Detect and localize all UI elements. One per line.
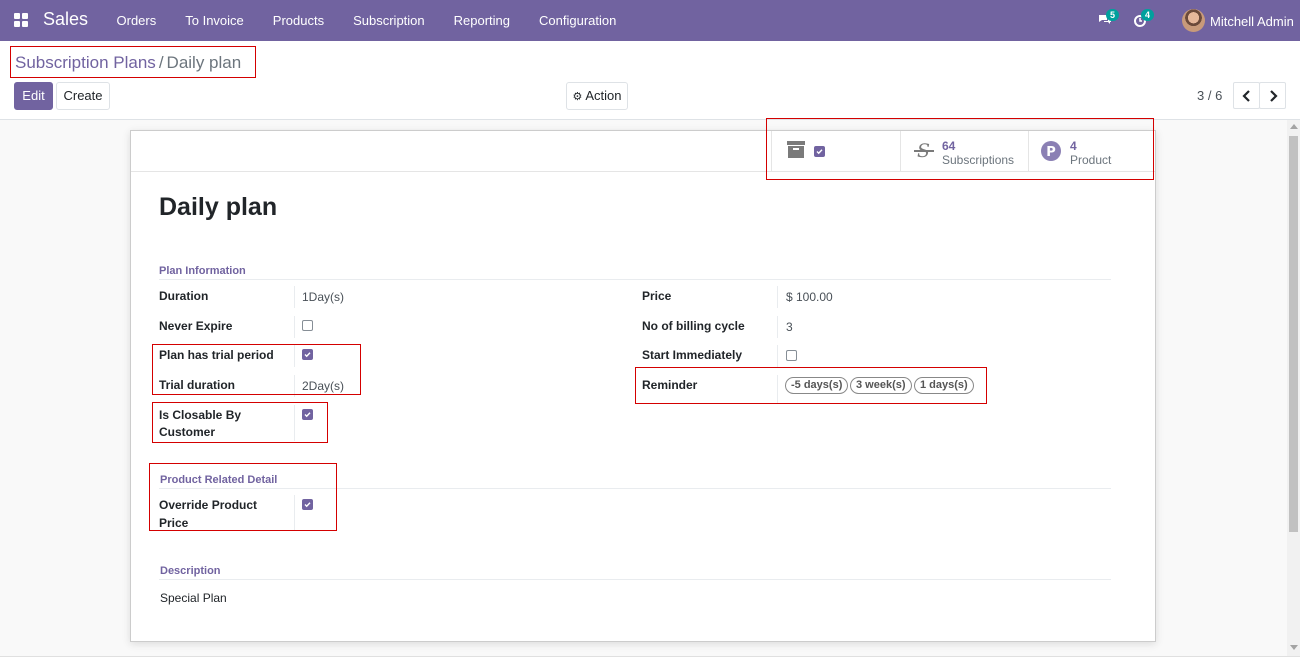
description-heading: Description — [160, 565, 221, 577]
price-label: Price — [642, 289, 672, 303]
record-title[interactable]: Daily plan — [159, 193, 277, 222]
scroll-up-arrow-icon[interactable] — [1290, 124, 1298, 129]
pager-next-button[interactable] — [1259, 82, 1286, 109]
vertical-scrollbar-thumb[interactable] — [1289, 136, 1298, 532]
apps-menu-icon[interactable] — [14, 13, 28, 27]
user-menu-name[interactable]: Mitchell Admin — [1210, 14, 1294, 29]
scroll-down-arrow-icon[interactable] — [1290, 645, 1298, 650]
highlight-box-smart-buttons — [766, 118, 1154, 180]
activities-count-badge: 4 — [1141, 9, 1155, 21]
never-expire-label: Never Expire — [159, 319, 233, 333]
field-divider — [294, 316, 295, 338]
chevron-left-icon — [1242, 90, 1250, 102]
start-immediately-label: Start Immediately — [642, 348, 743, 362]
app-name[interactable]: Sales — [43, 9, 88, 30]
pager-value[interactable]: 3 / 6 — [1197, 88, 1222, 103]
never-expire-checkbox[interactable] — [302, 320, 313, 331]
menu-item-configuration[interactable]: Configuration — [525, 0, 631, 41]
duration-label: Duration — [159, 289, 209, 303]
bottom-bar — [0, 656, 1300, 668]
plan-information-divider — [159, 279, 1111, 280]
pager-previous-button[interactable] — [1233, 82, 1260, 109]
description-value[interactable]: Special Plan — [160, 591, 227, 605]
main-menu: Orders To Invoice Products Subscription … — [102, 0, 631, 41]
duration-value: 1Day(s) — [302, 290, 345, 304]
menu-item-reporting[interactable]: Reporting — [439, 0, 524, 41]
highlight-box-breadcrumb — [10, 46, 256, 78]
highlight-box-reminder — [635, 367, 987, 404]
chevron-right-icon — [1270, 90, 1278, 102]
messages-icon[interactable]: 5 — [1098, 9, 1120, 26]
price-value: $ 100.00 — [786, 290, 833, 304]
action-dropdown-button[interactable]: ⚙ Action — [566, 82, 628, 110]
description-divider — [159, 579, 1111, 580]
highlight-box-trial — [152, 344, 361, 395]
field-divider — [777, 316, 778, 338]
create-button[interactable]: Create — [56, 82, 110, 110]
activities-icon[interactable]: 4 — [1133, 9, 1155, 28]
menu-item-products[interactable]: Products — [258, 0, 338, 41]
gear-icon: ⚙ — [572, 91, 583, 103]
field-divider — [777, 345, 778, 367]
user-avatar[interactable] — [1182, 9, 1205, 32]
menu-item-orders[interactable]: Orders — [102, 0, 171, 41]
edit-button[interactable]: Edit — [14, 82, 53, 110]
plan-information-heading: Plan Information — [159, 265, 246, 277]
menu-item-to-invoice[interactable]: To Invoice — [171, 0, 259, 41]
menu-item-subscription[interactable]: Subscription — [339, 0, 440, 41]
messages-count-badge: 5 — [1106, 9, 1120, 21]
billing-cycle-label: No of billing cycle — [642, 319, 745, 333]
start-immediately-checkbox[interactable] — [786, 350, 797, 361]
highlight-box-product-detail — [149, 463, 337, 531]
action-label: Action — [585, 88, 622, 103]
field-divider — [777, 286, 778, 308]
field-divider — [294, 286, 295, 308]
top-navbar: Sales Orders To Invoice Products Subscri… — [0, 0, 1300, 41]
billing-cycle-value: 3 — [786, 320, 793, 334]
highlight-box-closable — [152, 402, 328, 443]
